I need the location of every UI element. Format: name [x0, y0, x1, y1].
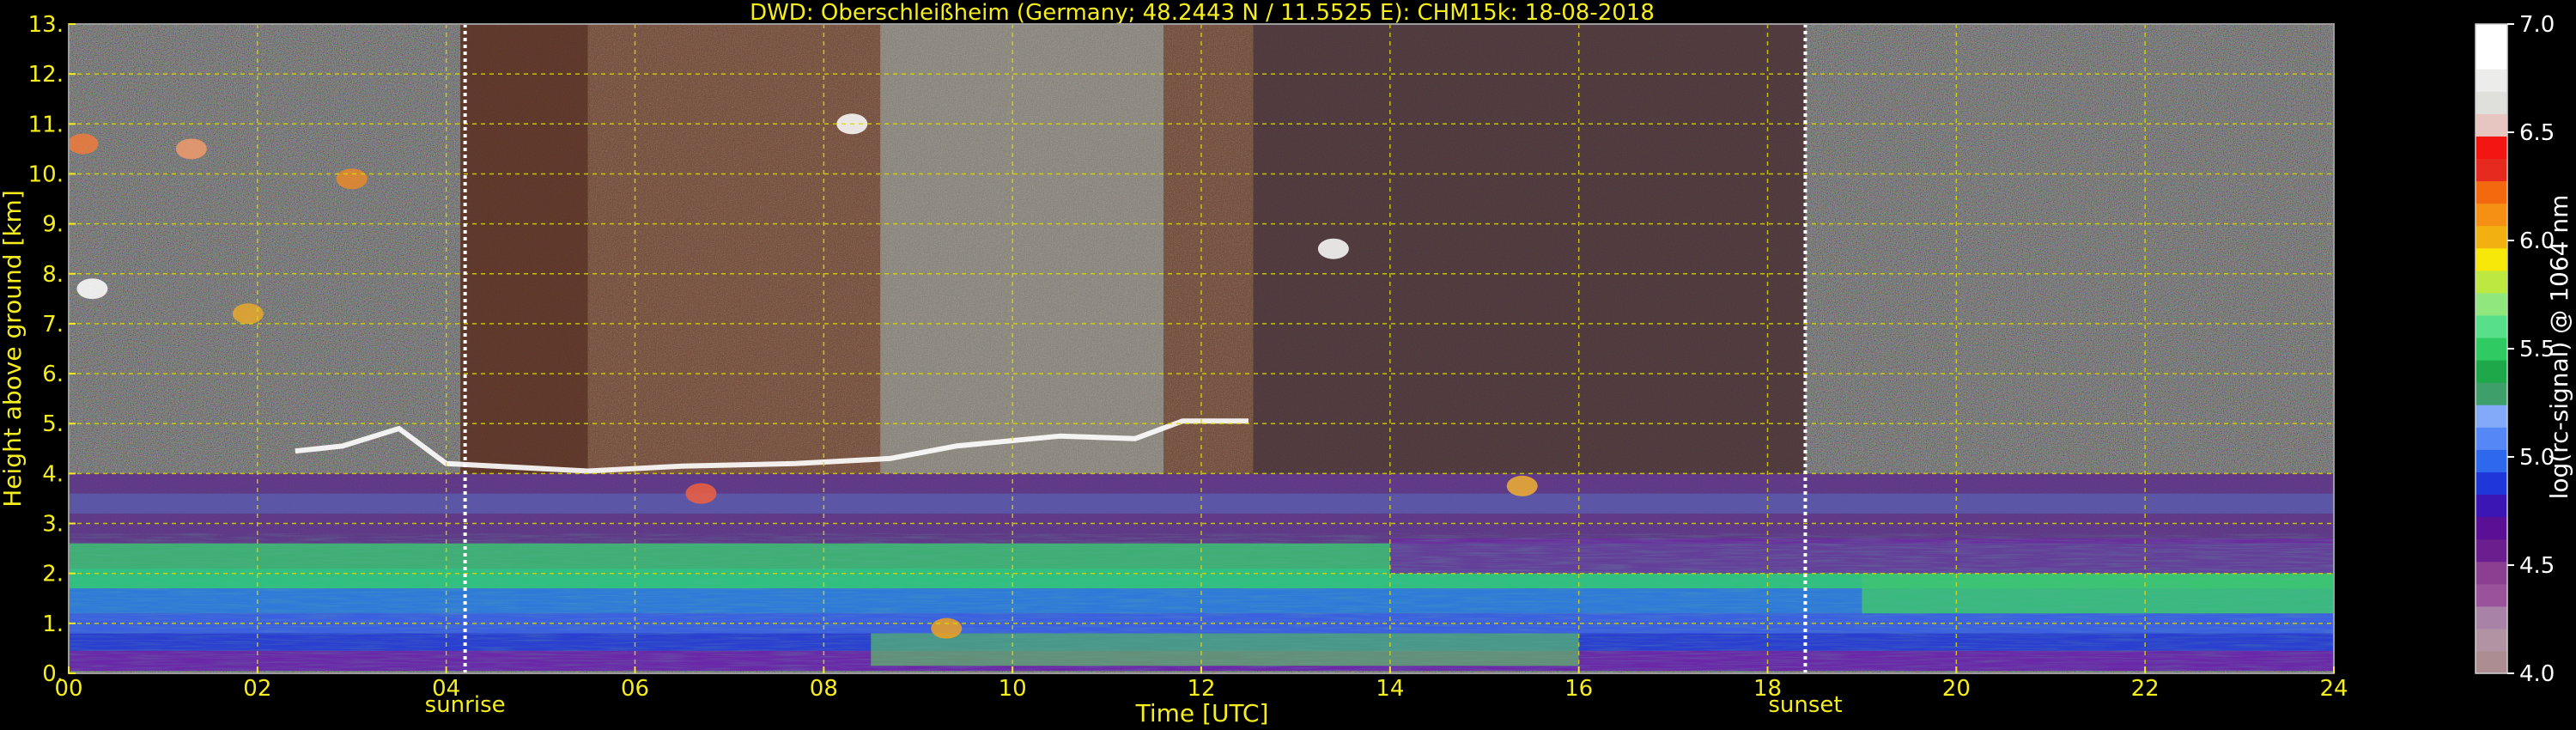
colorbar-segment: [2476, 203, 2507, 227]
colorbar-segment: [2476, 69, 2507, 92]
cloud-spot: [931, 617, 963, 639]
y-tick-label: 8.: [42, 262, 64, 288]
colorbar-segment: [2476, 427, 2507, 450]
colorbar-segment: [2476, 561, 2507, 585]
solar-background-band: [460, 24, 588, 474]
y-tick-label: 12.: [28, 62, 64, 88]
colorbar-segment: [2476, 605, 2507, 630]
y-tick-label: 3.: [42, 512, 64, 538]
x-tick-label: 20: [1942, 676, 1971, 702]
x-tick-label: 06: [621, 676, 649, 702]
colorbar-segment: [2476, 270, 2507, 294]
colorbar-label: log(rc-signal) @ 1064 nm: [2545, 195, 2573, 500]
colorbar-tick-label: 4.5: [2519, 553, 2555, 579]
x-tick-label: 22: [2131, 676, 2160, 702]
event-label-sunrise: sunrise: [425, 692, 506, 718]
cloud-spot: [1506, 475, 1538, 496]
x-tick-label: 12: [1187, 676, 1215, 702]
colorbar: [2475, 23, 2508, 674]
y-tick-label: 10.: [28, 161, 64, 187]
cloud-spot: [175, 138, 207, 160]
plot-area: [69, 24, 2334, 673]
colorbar-segment: [2476, 628, 2507, 652]
colorbar-segment: [2476, 91, 2507, 114]
x-tick-label: 16: [1564, 676, 1593, 702]
event-label-sunset: sunset: [1768, 692, 1842, 718]
colorbar-segment: [2476, 449, 2507, 472]
cloud-spot: [336, 168, 368, 190]
colorbar-segment: [2476, 650, 2507, 674]
colorbar-tick-label: 6.5: [2519, 120, 2555, 146]
cloud-spot: [76, 278, 108, 300]
colorbar-segment: [2476, 382, 2507, 405]
solar-noise-texture: [587, 24, 1254, 474]
cloud-spot: [685, 483, 717, 504]
y-tick-label: 2.: [42, 562, 64, 587]
y-tick-label: 7.: [42, 312, 64, 338]
y-tick-label: 4.: [42, 461, 64, 487]
colorbar-segment: [2476, 46, 2507, 70]
cloud-spot: [69, 133, 99, 155]
colorbar-segment: [2476, 24, 2507, 47]
cloud-spot: [232, 303, 264, 325]
x-tick-label: 14: [1376, 676, 1404, 702]
y-tick-label: 1.: [42, 611, 64, 637]
colorbar-segment: [2476, 583, 2507, 607]
colorbar-segment: [2476, 538, 2507, 563]
colorbar-segment: [2476, 337, 2507, 361]
ceilometer-chart: DWD: Oberschleißheim (Germany; 48.2443 N…: [0, 0, 2573, 727]
colorbar-segment: [2476, 292, 2507, 316]
cloud-spot: [1317, 238, 1349, 259]
colorbar-segment: [2476, 314, 2507, 338]
colorbar-segment: [2476, 225, 2507, 249]
chart-title: DWD: Oberschleißheim (Germany; 48.2443 N…: [750, 0, 1655, 26]
colorbar-segment: [2476, 180, 2507, 204]
y-tick-label: 5.: [42, 411, 64, 437]
colorbar-segment: [2476, 360, 2507, 383]
colorbar-segment: [2476, 405, 2507, 428]
colorbar-segment: [2476, 158, 2507, 182]
y-axis-label: Height above ground [km]: [0, 190, 27, 508]
heatmap-layers: [69, 24, 2334, 673]
colorbar-segment: [2476, 113, 2507, 137]
colorbar-segment: [2476, 471, 2507, 496]
y-tick-label: 9.: [42, 212, 64, 238]
y-tick-label: 13.: [28, 12, 64, 38]
colorbar-tick-label: 7.0: [2519, 12, 2555, 38]
x-tick-label: 24: [2319, 676, 2348, 702]
y-tick-label: 0.: [42, 661, 64, 687]
colorbar-segment: [2476, 494, 2507, 518]
colorbar-segment: [2476, 516, 2507, 540]
x-tick-label: 02: [243, 676, 271, 702]
colorbar-segment: [2476, 136, 2507, 160]
colorbar-tick-label: 4.0: [2519, 661, 2555, 687]
x-tick-label: 10: [999, 676, 1027, 702]
y-tick-label: 11.: [28, 112, 64, 137]
x-axis-label: Time [UTC]: [1135, 699, 1269, 727]
x-tick-label: 08: [810, 676, 838, 702]
colorbar-segment: [2476, 247, 2507, 271]
y-tick-label: 6.: [42, 362, 64, 387]
